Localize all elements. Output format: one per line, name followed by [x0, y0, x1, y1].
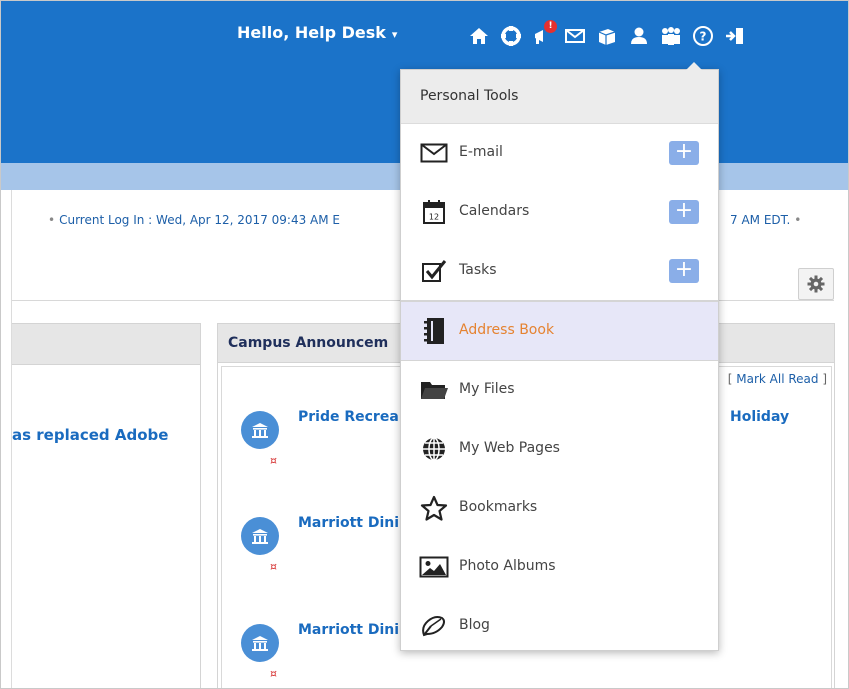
- menu-pointer: [686, 62, 702, 70]
- left-panel-header: [12, 324, 200, 365]
- checkbox-icon: [419, 257, 449, 285]
- menu-item-label: Address Book: [459, 322, 555, 338]
- menu-item-blog[interactable]: Blog: [401, 597, 718, 656]
- personal-tools-menu: Personal Tools E-mail + 12 Calendars + T…: [400, 62, 719, 651]
- groups-icon[interactable]: [655, 21, 687, 51]
- left-edge-strip: [1, 190, 12, 688]
- menu-item-label: My Web Pages: [459, 440, 560, 456]
- new-flag-icon: ¤: [270, 560, 277, 573]
- portal-window: Hello, Help Desk ▾ ! ? • Current Log In …: [0, 0, 849, 689]
- chevron-down-icon: ▾: [391, 28, 398, 41]
- user-menu-trigger[interactable]: Hello, Help Desk ▾: [237, 23, 397, 42]
- announcement-title[interactable]: Marriott Dini: [298, 515, 399, 531]
- menu-item-email[interactable]: E-mail +: [401, 124, 718, 183]
- settings-button[interactable]: [798, 268, 834, 300]
- campus-building-icon: [241, 624, 279, 662]
- announcements-icon[interactable]: !: [527, 20, 559, 51]
- menu-item-my-files[interactable]: My Files: [401, 361, 718, 420]
- home-icon[interactable]: [463, 21, 495, 51]
- menu-item-label: Calendars: [459, 203, 530, 219]
- new-flag-icon: ¤: [270, 667, 277, 680]
- courses-icon[interactable]: [591, 21, 623, 51]
- announcement-title[interactable]: Pride Recrea: [298, 409, 399, 425]
- menu-item-label: Bookmarks: [459, 499, 538, 515]
- add-email-button[interactable]: +: [669, 141, 699, 165]
- menu-item-label: Blog: [459, 617, 490, 633]
- campus-building-icon: [241, 517, 279, 555]
- menu-item-my-web-pages[interactable]: My Web Pages: [401, 420, 718, 479]
- svg-text:12: 12: [429, 213, 439, 222]
- blog-icon: [419, 612, 449, 640]
- calendar-icon: 12: [419, 198, 449, 226]
- address-book-icon: [419, 317, 449, 345]
- announcement-title-tail[interactable]: Holiday: [730, 409, 789, 425]
- menu-item-label: Photo Albums: [459, 558, 556, 574]
- star-icon: [419, 494, 449, 522]
- envelope-icon: [419, 139, 449, 167]
- menu-item-photo-albums[interactable]: Photo Albums: [401, 538, 718, 597]
- left-panel-link[interactable]: as replaced Adobe: [12, 426, 168, 444]
- menu-item-label: My Files: [459, 381, 515, 397]
- menu-item-tasks[interactable]: Tasks +: [401, 242, 718, 301]
- notification-badge: !: [544, 20, 557, 33]
- menu-item-bookmarks[interactable]: Bookmarks: [401, 479, 718, 538]
- announcement-title[interactable]: Marriott Dini: [298, 622, 399, 638]
- add-calendar-button[interactable]: +: [669, 200, 699, 224]
- add-task-button[interactable]: +: [669, 259, 699, 283]
- campus-building-icon: [241, 411, 279, 449]
- menu-item-label: Tasks: [459, 262, 497, 278]
- menu-item-label: E-mail: [459, 144, 503, 160]
- gear-icon: [807, 275, 825, 293]
- globe-icon: [419, 435, 449, 463]
- logout-icon[interactable]: [719, 21, 751, 51]
- help-icon[interactable]: ?: [687, 21, 719, 51]
- menu-item-address-book[interactable]: Address Book: [401, 301, 718, 361]
- folder-icon: [419, 376, 449, 404]
- photo-icon: [419, 553, 449, 581]
- mark-all-read-link[interactable]: [ Mark All Read ]: [728, 372, 827, 386]
- menu-title: Personal Tools: [420, 88, 519, 104]
- greeting-text: Hello, Help Desk: [237, 23, 386, 42]
- personal-tools-icon[interactable]: [623, 21, 655, 51]
- email-icon[interactable]: [559, 21, 591, 51]
- left-content-panel: as replaced Adobe: [12, 323, 201, 688]
- svg-text:?: ?: [700, 30, 707, 44]
- menu-item-calendars[interactable]: 12 Calendars +: [401, 183, 718, 242]
- new-flag-icon: ¤: [270, 454, 277, 467]
- support-icon[interactable]: [495, 21, 527, 51]
- current-login-text: • Current Log In : Wed, Apr 12, 2017 09:4…: [48, 213, 340, 227]
- previous-login-text: 7 AM EDT. •: [730, 213, 802, 227]
- menu-header: Personal Tools: [401, 70, 718, 124]
- top-nav-icons: ! ?: [463, 20, 751, 51]
- announcements-title: Campus Announcem: [228, 335, 389, 351]
